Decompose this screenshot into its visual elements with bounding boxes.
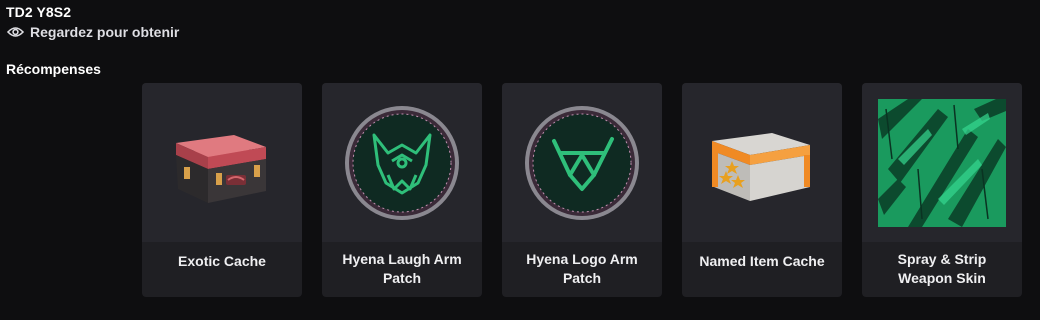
reward-label: Spray & Strip Weapon Skin (897, 251, 987, 286)
reward-card-hyena-laugh-patch[interactable]: Hyena Laugh Arm Patch (322, 83, 482, 297)
exotic-cache-image (142, 83, 302, 242)
reward-label: Exotic Cache (178, 253, 266, 269)
hyena-laugh-patch-image (322, 83, 482, 242)
reward-card-spray-strip-skin[interactable]: Spray & Strip Weapon Skin (862, 83, 1022, 297)
reward-card-named-item-cache[interactable]: Named Item Cache (682, 83, 842, 297)
hyena-logo-patch-image (502, 83, 662, 242)
reward-label: Hyena Laugh Arm Patch (342, 251, 462, 286)
campaign-title: TD2 Y8S2 (6, 4, 72, 20)
spray-strip-skin-image (862, 83, 1022, 242)
reward-card-hyena-logo-patch[interactable]: Hyena Logo Arm Patch (502, 83, 662, 297)
rewards-section-title: Récompenses (6, 61, 101, 77)
reward-card-exotic-cache[interactable]: Exotic Cache (142, 83, 302, 297)
watch-to-earn: Regardez pour obtenir (7, 24, 179, 40)
named-item-cache-image (682, 83, 842, 242)
reward-label: Named Item Cache (699, 253, 825, 269)
watch-label: Regardez pour obtenir (30, 24, 180, 40)
reward-label: Hyena Logo Arm Patch (526, 251, 638, 286)
eye-icon (7, 26, 24, 38)
rewards-list: Exotic Cache Hyena Laugh Arm Patch Hyena… (142, 83, 1022, 297)
